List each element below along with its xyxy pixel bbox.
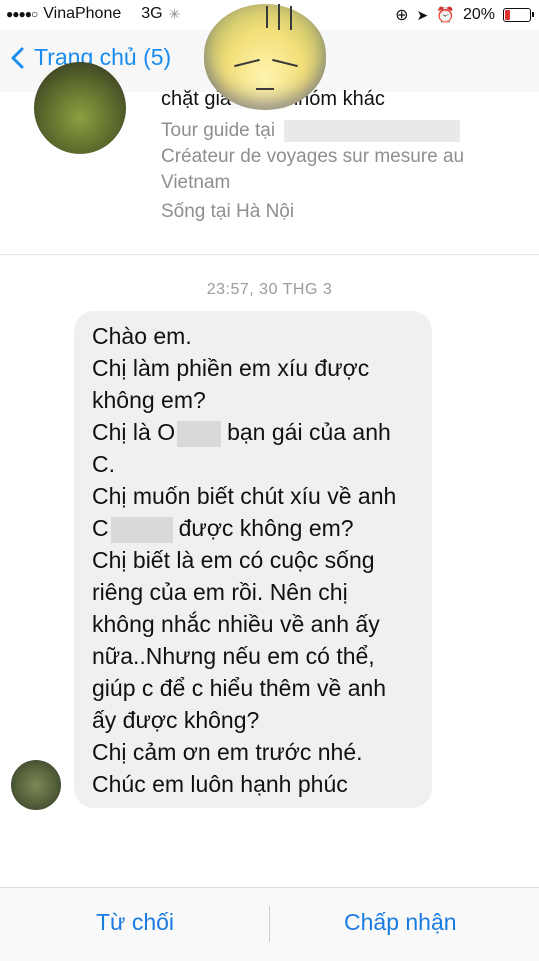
message-line: Chị biết là em có cuộc sống (92, 547, 375, 573)
message-line: Chị làm phiền em xíu được (92, 355, 370, 381)
message-line: Chúc em luôn hạnh phúc (92, 771, 348, 797)
message-line: Chị là Obạn gái của anh (92, 419, 391, 447)
message-line: C. (92, 451, 115, 477)
chevron-left-icon (11, 47, 24, 68)
message-line: giúp c để c hiểu thêm về anh (92, 675, 387, 701)
message-request-actions: Từ chối Chấp nhận (0, 887, 539, 961)
redacted-block (177, 420, 222, 447)
network-label: 3G (141, 5, 163, 22)
message-line: không em? (92, 387, 206, 413)
status-right: ⊕ ➤ ⏰ 20% (395, 5, 534, 25)
message-line: Chào em. (92, 323, 192, 349)
profile-work-line: Tour guide tại (161, 118, 461, 144)
status-left: ●●●●○ VinaPhone 3G ✳ (6, 5, 180, 23)
sender-avatar[interactable] (11, 760, 61, 810)
profile-avatar (34, 62, 126, 154)
profile-creator-line1: Créateur de voyages sur mesure au (161, 146, 465, 167)
battery-percentage: 20% (462, 6, 495, 23)
message-bubble: Chào em. Chị làm phiền em xíu được không… (74, 311, 432, 808)
battery-icon (503, 8, 534, 22)
decline-button[interactable]: Từ chối (96, 909, 174, 936)
alarm-icon: ⏰ (436, 7, 455, 24)
actions-divider (269, 906, 270, 942)
profile-section: chặt gia nhóm khác Tour guide tại Créateu… (0, 62, 539, 254)
section-divider (0, 254, 539, 255)
activity-spinner-icon: ✳ (168, 5, 181, 22)
signal-strength-icon: ●●●●○ (6, 7, 38, 21)
message-line: Chị cảm ơn em trước nhé. (92, 739, 363, 765)
carrier-label: VinaPhone (43, 5, 122, 22)
message-line: riêng của em rồi. Nên chị (92, 579, 348, 605)
message-line: ấy được không? (92, 707, 260, 733)
redacted-block (284, 119, 461, 142)
message-line: Cđược không em? (92, 515, 354, 543)
sad-face-sticker (204, 4, 326, 110)
rotation-lock-icon: ⊕ (395, 7, 409, 24)
message-line: nữa..Nhưng nếu em có thể, (92, 643, 375, 669)
accept-button[interactable]: Chấp nhận (344, 909, 457, 936)
profile-creator-line2: Vietnam (161, 172, 231, 193)
redacted-block (110, 516, 173, 543)
message-line: Chị muốn biết chút xíu về anh (92, 483, 397, 509)
location-arrow-icon: ➤ (416, 6, 429, 23)
message-line: không nhắc nhiều về anh ấy (92, 611, 380, 637)
profile-lives-in: Sống tại Hà Nội (161, 201, 295, 222)
message-timestamp: 23:57, 30 THG 3 (206, 281, 333, 298)
